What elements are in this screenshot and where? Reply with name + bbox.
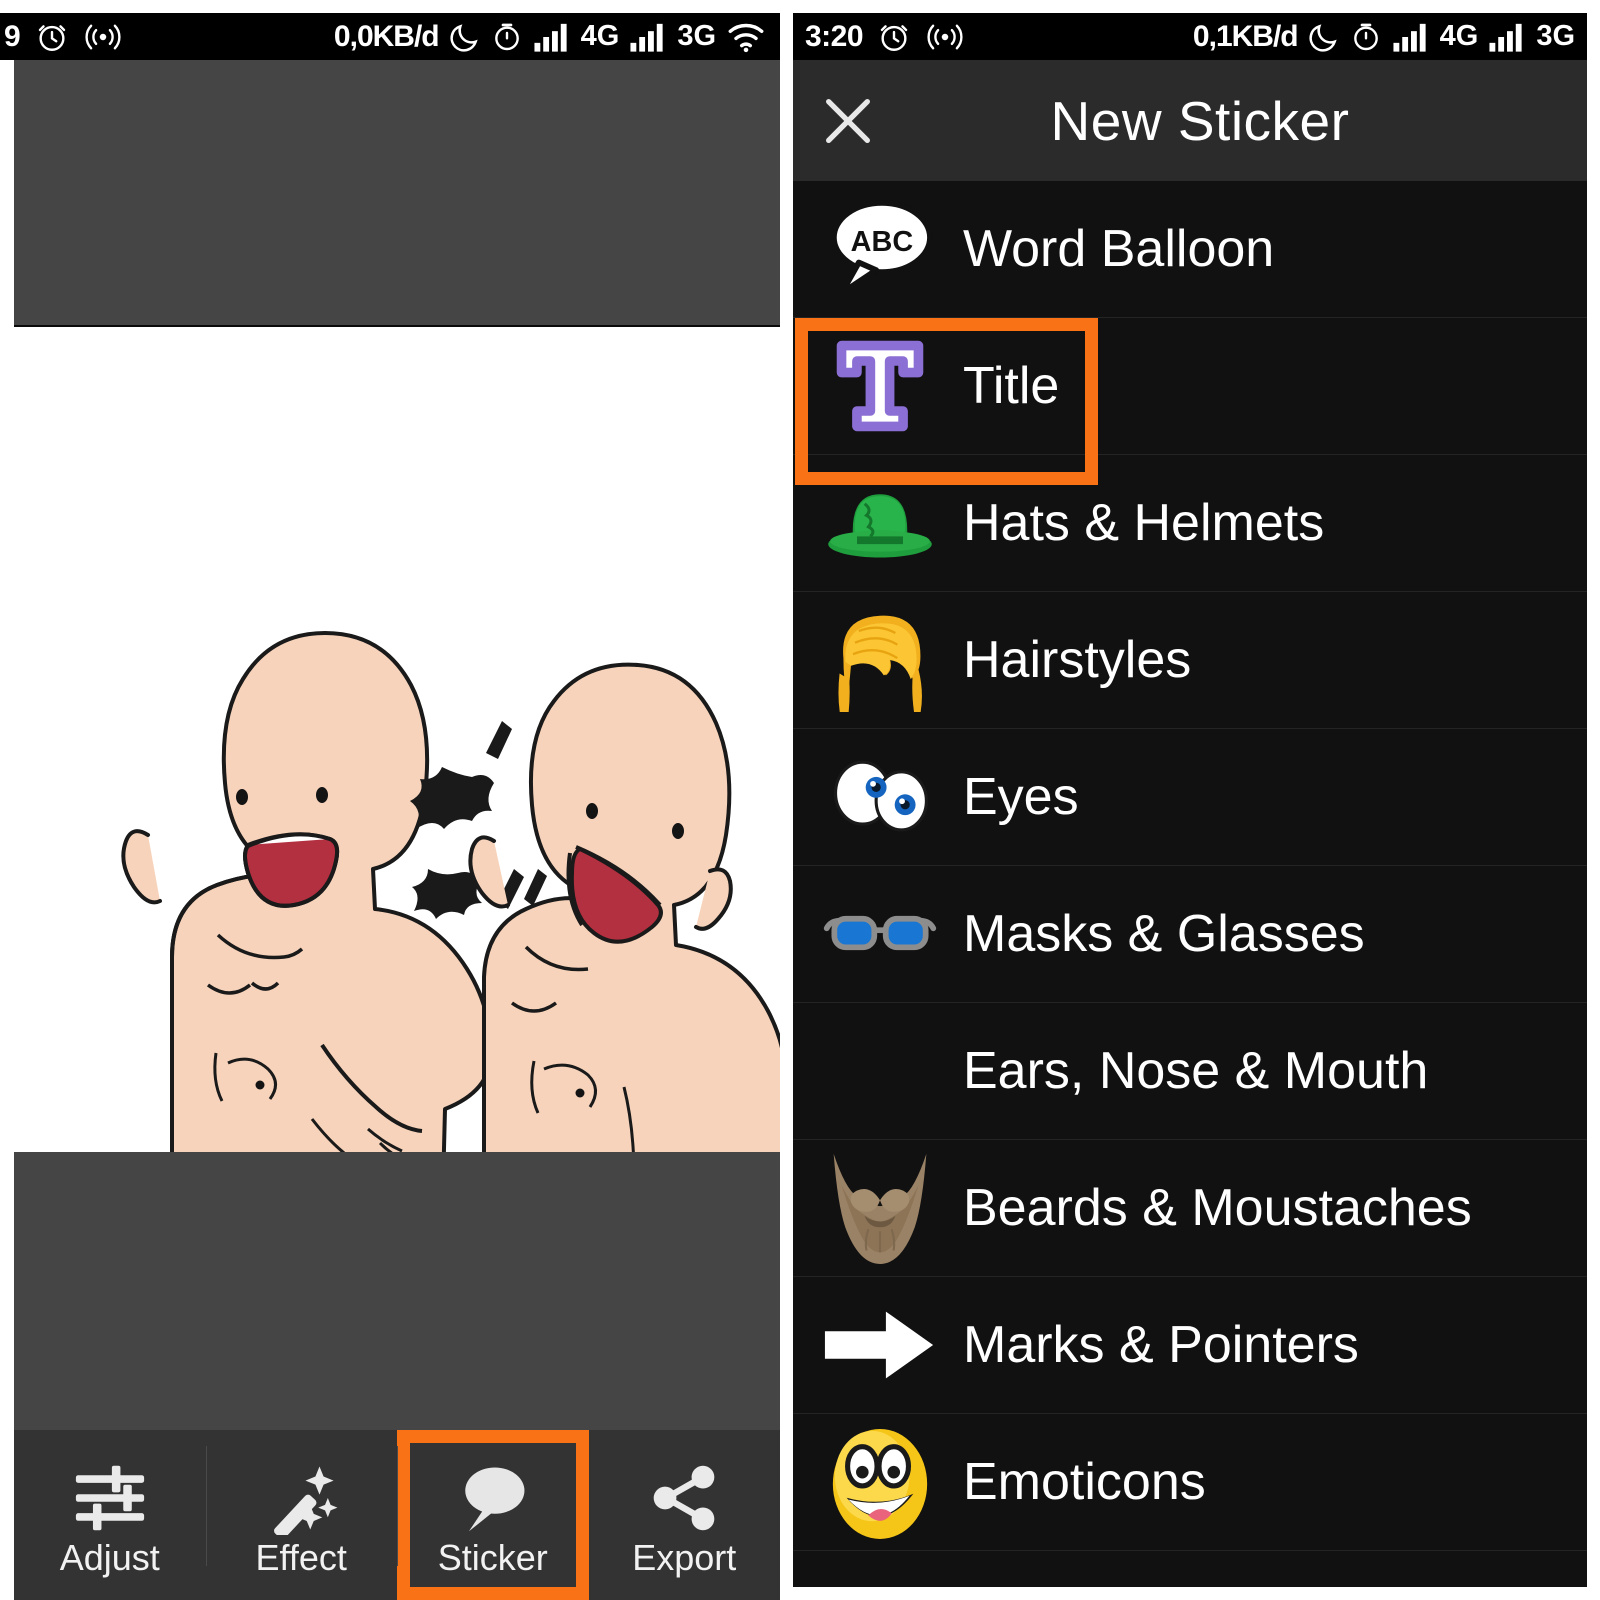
sticker-category-list: ABC Word Balloon Title Hats & Helmets Ha…	[793, 181, 1587, 1587]
share-icon	[646, 1452, 722, 1544]
list-item-hairstyles[interactable]: Hairstyles	[793, 592, 1587, 729]
list-item-eyes[interactable]: Eyes	[793, 729, 1587, 866]
broadcast-icon	[925, 22, 965, 52]
magic-wand-icon	[261, 1452, 341, 1544]
list-item-word-balloon[interactable]: ABC Word Balloon	[793, 181, 1587, 318]
alarm-clock-icon	[877, 20, 911, 54]
signal-bars-1-icon	[1392, 22, 1430, 52]
list-item-marks-pointers[interactable]: Marks & Pointers	[793, 1277, 1587, 1414]
signal-bars-2-icon	[629, 22, 667, 52]
network-type-2-label: 3G	[1536, 20, 1575, 52]
title-t-icon	[815, 331, 945, 441]
beard-icon	[815, 1153, 945, 1264]
new-sticker-header: New Sticker	[793, 60, 1587, 181]
word-balloon-icon: ABC	[815, 194, 945, 304]
bowler-hat-icon	[815, 468, 945, 578]
timer-icon	[491, 21, 523, 53]
data-rate-label: 0,1KB/d	[1192, 19, 1299, 53]
toolbar-item-effect[interactable]: Effect	[205, 1430, 398, 1600]
wifi-icon	[726, 21, 766, 53]
toolbar-label-adjust: Adjust	[59, 1537, 160, 1578]
list-item-label: Word Balloon	[963, 220, 1275, 278]
list-item-beards-moustaches[interactable]: Beards & Moustaches	[793, 1140, 1587, 1277]
close-icon[interactable]	[793, 92, 903, 150]
right-status-bar: 3:20 0,1KB/d 4G 3G	[793, 13, 1587, 60]
left-status-bar: 9 0,0KB/d 4G 3G	[0, 13, 780, 60]
editor-canvas-bottom-letterbox	[14, 1152, 780, 1430]
toolbar-item-sticker[interactable]: Sticker	[397, 1430, 589, 1600]
list-item-label: Hairstyles	[963, 631, 1192, 689]
toolbar-item-export[interactable]: Export	[589, 1430, 781, 1600]
timer-icon	[1350, 21, 1382, 53]
right-phone-screen: 3:20 0,1KB/d 4G 3G New Sticker ABC Word …	[780, 0, 1600, 1600]
signal-bars-1-icon	[533, 22, 571, 52]
signal-bars-2-icon	[1488, 22, 1526, 52]
list-item-label: Eyes	[963, 768, 1079, 826]
list-item-label: Ears, Nose & Mouth	[963, 1042, 1429, 1100]
list-item-masks-glasses[interactable]: Masks & Glasses	[793, 866, 1587, 1003]
glasses-icon	[815, 879, 945, 989]
moon-icon	[449, 21, 481, 53]
network-type-2-label: 3G	[677, 20, 716, 52]
list-item-label: Hats & Helmets	[963, 494, 1325, 552]
alarm-clock-icon	[35, 20, 69, 54]
editor-bottom-toolbar: Adjust Effect Sticker Export	[14, 1430, 780, 1600]
no-icon-placeholder	[815, 1016, 945, 1126]
cartoon-illustration	[121, 631, 780, 1152]
app-screenshot: 9 0,0KB/d 4G 3G Adjust Effect Sticker Ex…	[0, 0, 1600, 1600]
status-bar-left-group: 9	[4, 20, 123, 54]
editor-canvas-top-letterbox	[14, 60, 780, 327]
toolbar-label-effect: Effect	[255, 1537, 347, 1578]
list-item-label: Marks & Pointers	[963, 1316, 1359, 1374]
right-status-right-group: 0,1KB/d 4G 3G	[1193, 20, 1575, 54]
smiley-icon	[815, 1427, 945, 1539]
list-item-label: Beards & Moustaches	[963, 1179, 1472, 1237]
photo-canvas[interactable]	[0, 327, 780, 1152]
list-item-emoticons[interactable]: Emoticons	[793, 1414, 1587, 1551]
list-item-label: Masks & Glasses	[963, 905, 1365, 963]
left-phone-screen: 9 0,0KB/d 4G 3G Adjust Effect Sticker Ex…	[0, 0, 780, 1600]
list-item-label: Title	[963, 357, 1060, 415]
toolbar-label-export: Export	[632, 1537, 737, 1578]
hairstyle-icon	[815, 605, 945, 715]
sliders-icon	[71, 1452, 149, 1544]
list-item-title[interactable]: Title	[793, 318, 1587, 485]
speech-bubble-icon	[452, 1452, 534, 1544]
broadcast-icon	[83, 22, 123, 52]
svg-text:ABC: ABC	[851, 226, 914, 258]
toolbar-item-adjust[interactable]: Adjust	[14, 1430, 206, 1600]
data-rate-label: 0,0KB/d	[333, 19, 440, 53]
network-type-1-label: 4G	[1439, 20, 1479, 52]
moon-icon	[1308, 21, 1340, 53]
status-clipped-text: 9	[4, 19, 21, 53]
toolbar-label-sticker: Sticker	[437, 1537, 548, 1578]
status-bar-right-group: 0,0KB/d 4G 3G	[334, 20, 766, 54]
clock-label: 3:20	[805, 19, 864, 53]
right-status-left-group: 3:20	[805, 20, 965, 54]
list-item-label: Emoticons	[963, 1453, 1206, 1511]
list-item-ears-nose-mouth[interactable]: Ears, Nose & Mouth	[793, 1003, 1587, 1140]
network-type-1-label: 4G	[580, 20, 620, 52]
list-item-hats-helmets[interactable]: Hats & Helmets	[793, 455, 1587, 592]
eyes-icon	[815, 742, 945, 852]
arrow-right-icon	[815, 1290, 945, 1400]
page-title: New Sticker	[1050, 89, 1350, 152]
